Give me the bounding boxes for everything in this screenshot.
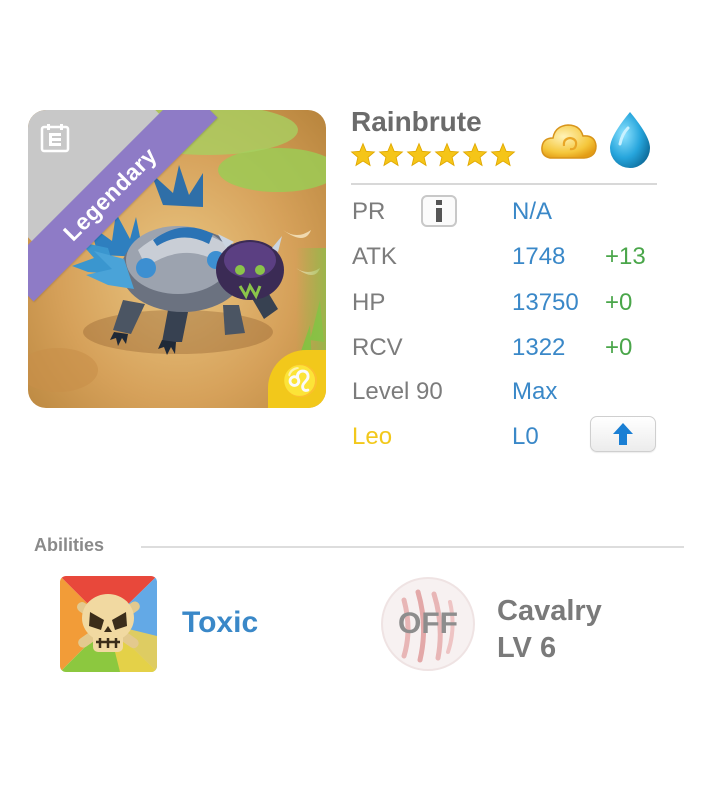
stat-label-zodiac: Leo (352, 423, 393, 450)
header-divider (351, 183, 657, 185)
star-icon (490, 142, 516, 167)
notes-icon[interactable] (39, 122, 71, 154)
stat-label-pr: PR (352, 198, 386, 225)
star-icon (378, 142, 404, 167)
abilities-heading: Abilities (34, 535, 105, 555)
monster-portrait[interactable]: Legendary ♌ (28, 110, 326, 408)
leader-ability-status[interactable]: OFF (380, 576, 476, 672)
star-icon (462, 142, 488, 167)
star-rating (350, 142, 516, 172)
stat-bonus-rcv: +0 (605, 334, 633, 361)
arrow-up-icon (613, 423, 633, 445)
stat-label-hp: HP (352, 289, 386, 316)
stat-value-pr: N/A (512, 198, 553, 225)
stat-value-zodiac: L0 (512, 423, 539, 450)
stat-value-level: Max (512, 378, 558, 405)
monster-name: Rainbrute (351, 106, 482, 137)
cloud-element-icon (541, 124, 597, 159)
stat-bonus-atk: +13 (605, 243, 646, 270)
leader-ability-level: LV 6 (497, 632, 557, 664)
stat-label-rcv: RCV (352, 334, 403, 361)
stat-label-level: Level 90 (352, 378, 443, 405)
leader-ability-title: Cavalry (497, 595, 602, 627)
water-element-icon (610, 112, 650, 168)
active-ability-name[interactable]: Toxic (182, 606, 258, 640)
info-icon (436, 200, 442, 222)
leader-ability-name: Cavalry LV 6 (497, 593, 602, 667)
star-icon (434, 142, 460, 167)
stat-value-atk: 1748 (512, 243, 566, 270)
abilities-divider (141, 546, 684, 548)
pr-info-button[interactable] (421, 195, 457, 227)
star-icon (350, 142, 376, 167)
stat-value-hp: 13750 (512, 289, 579, 316)
zodiac-upgrade-button[interactable] (590, 416, 656, 452)
stat-value-rcv: 1322 (512, 334, 566, 361)
stat-label-atk: ATK (352, 243, 397, 270)
stat-bonus-hp: +0 (605, 289, 633, 316)
star-icon (406, 142, 432, 167)
skull-icon (60, 576, 157, 672)
toxic-ability-icon[interactable] (60, 576, 157, 672)
